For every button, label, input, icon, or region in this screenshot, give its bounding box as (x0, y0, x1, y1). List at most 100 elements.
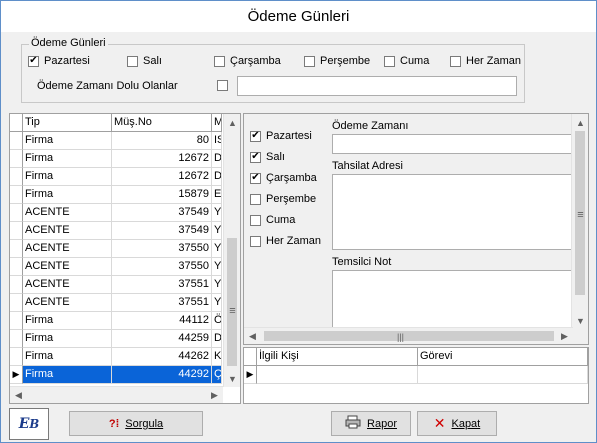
detail-scroll-up-icon[interactable]: ▲ (572, 114, 588, 131)
scroll-right-arrow-icon[interactable]: ▶ (206, 387, 223, 403)
table-cell-tip[interactable]: Firma (23, 348, 112, 366)
table-cell-no[interactable]: 44292 (112, 366, 212, 384)
table-cell-no[interactable]: 44259 (112, 330, 212, 348)
table-cell-tip[interactable]: ACENTE (23, 222, 112, 240)
table-cell-no[interactable]: 44112 (112, 312, 212, 330)
table-row[interactable]: Firma80IS (10, 132, 222, 150)
contacts-header-gorevi[interactable]: Görevi (418, 348, 588, 366)
scroll-up-arrow-icon[interactable]: ▲ (224, 114, 240, 131)
grid-header-musno[interactable]: Müş.No (112, 114, 212, 132)
table-cell-no[interactable]: 15879 (112, 186, 212, 204)
table-cell-m[interactable]: Ö (212, 312, 222, 330)
table-cell-m[interactable]: D (212, 168, 222, 186)
filter-checkbox-5[interactable]: Her Zaman (450, 55, 521, 67)
table-row[interactable]: Firma 44262 K (10, 348, 222, 366)
table-row[interactable]: Firma 44112 Ö (10, 312, 222, 330)
table-cell-m[interactable]: Y (212, 276, 222, 294)
detail-vertical-scrollbar[interactable]: ▲ ≡ ▼ (571, 114, 588, 329)
table-cell-tip[interactable]: ACENTE (23, 276, 112, 294)
detail-scroll-left-icon[interactable]: ◀ (244, 328, 261, 344)
table-cell-tip[interactable]: ACENTE (23, 258, 112, 276)
contacts-cell[interactable] (418, 366, 588, 384)
grid-horizontal-scrollbar[interactable]: ◀ ▶ (10, 386, 223, 403)
kapat-button[interactable]: ✕ Kapat (417, 411, 497, 436)
checkbox-box[interactable]: ✔ (250, 172, 261, 184)
checkbox-box[interactable] (304, 55, 315, 67)
checkbox-box[interactable]: ✔ (28, 55, 39, 67)
table-cell-no[interactable]: 44262 (112, 348, 212, 366)
filter-checkbox-1[interactable]: Salı (127, 55, 162, 67)
table-row[interactable]: ▶ Firma 44292 Ç (10, 366, 222, 384)
checkbox-box[interactable] (250, 214, 261, 226)
table-cell-m[interactable]: D (212, 330, 222, 348)
temsilci-textarea[interactable] (332, 270, 572, 330)
detail-checkbox-3[interactable]: Perşembe (250, 193, 316, 205)
table-cell-tip[interactable]: Firma (23, 132, 112, 150)
checkbox-box[interactable] (250, 235, 261, 247)
table-cell-m[interactable]: K (212, 348, 222, 366)
checkbox-box[interactable] (250, 193, 261, 205)
table-cell-no[interactable]: 37549 (112, 204, 212, 222)
detail-checkbox-5[interactable]: Her Zaman (250, 235, 321, 247)
scroll-down-arrow-icon[interactable]: ▼ (224, 370, 240, 387)
table-row[interactable]: Firma 12672 D (10, 168, 222, 186)
table-cell-tip[interactable]: Firma (23, 150, 112, 168)
table-cell-no[interactable]: 37549 (112, 222, 212, 240)
table-cell-no[interactable]: 37550 (112, 240, 212, 258)
checkbox-box[interactable] (384, 55, 395, 67)
dolu-checkbox-box[interactable] (217, 80, 228, 91)
table-cell-m[interactable]: IS (212, 132, 222, 150)
table-cell-m[interactable]: E (212, 186, 222, 204)
detail-hscroll-thumb[interactable] (264, 331, 554, 341)
table-cell-m[interactable]: Y (212, 204, 222, 222)
tahsilat-textarea[interactable] (332, 174, 572, 250)
dolu-checkbox[interactable] (217, 80, 228, 91)
table-cell-m[interactable]: D (212, 150, 222, 168)
table-cell-no[interactable]: 80 (112, 132, 212, 150)
detail-checkbox-0[interactable]: ✔ Pazartesi (250, 130, 312, 142)
table-cell-m[interactable]: Y (212, 240, 222, 258)
contacts-header-ilgili[interactable]: İlgili Kişi (257, 348, 418, 366)
table-cell-m[interactable]: Ç (212, 366, 222, 384)
filter-checkbox-3[interactable]: Perşembe (304, 55, 370, 67)
table-cell-tip[interactable]: Firma (23, 312, 112, 330)
table-row[interactable]: ACENTE 37549 Y (10, 222, 222, 240)
grid-header-tip[interactable]: Tip (23, 114, 112, 132)
filter-checkbox-2[interactable]: Çarşamba (214, 55, 281, 67)
contacts-cell[interactable] (257, 366, 418, 384)
sorgula-button[interactable]: ?⁞ Sorgula (69, 411, 203, 436)
table-cell-m[interactable]: Y (212, 258, 222, 276)
odeme-zamani-input[interactable] (332, 134, 572, 154)
table-row[interactable]: ACENTE 37550 Y (10, 240, 222, 258)
contacts-new-row[interactable]: ▶ (244, 366, 588, 384)
filter-checkbox-4[interactable]: Cuma (384, 55, 429, 67)
checkbox-box[interactable]: ✔ (250, 151, 261, 163)
table-cell-tip[interactable]: Firma (23, 366, 112, 384)
checkbox-box[interactable]: ✔ (250, 130, 261, 142)
table-cell-m[interactable]: Y (212, 294, 222, 312)
table-cell-no[interactable]: 12672 (112, 168, 212, 186)
checkbox-box[interactable] (127, 55, 138, 67)
table-cell-no[interactable]: 12672 (112, 150, 212, 168)
table-cell-no[interactable]: 37550 (112, 258, 212, 276)
detail-checkbox-4[interactable]: Cuma (250, 214, 295, 226)
scroll-left-arrow-icon[interactable]: ◀ (10, 387, 27, 403)
table-row[interactable]: ACENTE 37551 Y (10, 276, 222, 294)
detail-horizontal-scrollbar[interactable]: ◀ ||| ▶ (244, 327, 573, 344)
rapor-button[interactable]: Rapor (331, 411, 411, 436)
table-row[interactable]: ACENTE 37551 Y (10, 294, 222, 312)
detail-checkbox-1[interactable]: ✔ Salı (250, 151, 285, 163)
dolu-input[interactable] (237, 76, 517, 96)
detail-scroll-down-icon[interactable]: ▼ (572, 312, 588, 329)
table-row[interactable]: ACENTE 37549 Y (10, 204, 222, 222)
table-cell-no[interactable]: 37551 (112, 276, 212, 294)
table-cell-m[interactable]: Y (212, 222, 222, 240)
detail-scroll-right-icon[interactable]: ▶ (556, 328, 573, 344)
checkbox-box[interactable] (450, 55, 461, 67)
table-cell-tip[interactable]: ACENTE (23, 294, 112, 312)
detail-checkbox-2[interactable]: ✔ Çarşamba (250, 172, 317, 184)
table-row[interactable]: ACENTE 37550 Y (10, 258, 222, 276)
table-cell-tip[interactable]: Firma (23, 330, 112, 348)
grid-vertical-scrollbar[interactable]: ▲ ≡ ▼ (223, 114, 240, 387)
table-row[interactable]: Firma 15879 E (10, 186, 222, 204)
